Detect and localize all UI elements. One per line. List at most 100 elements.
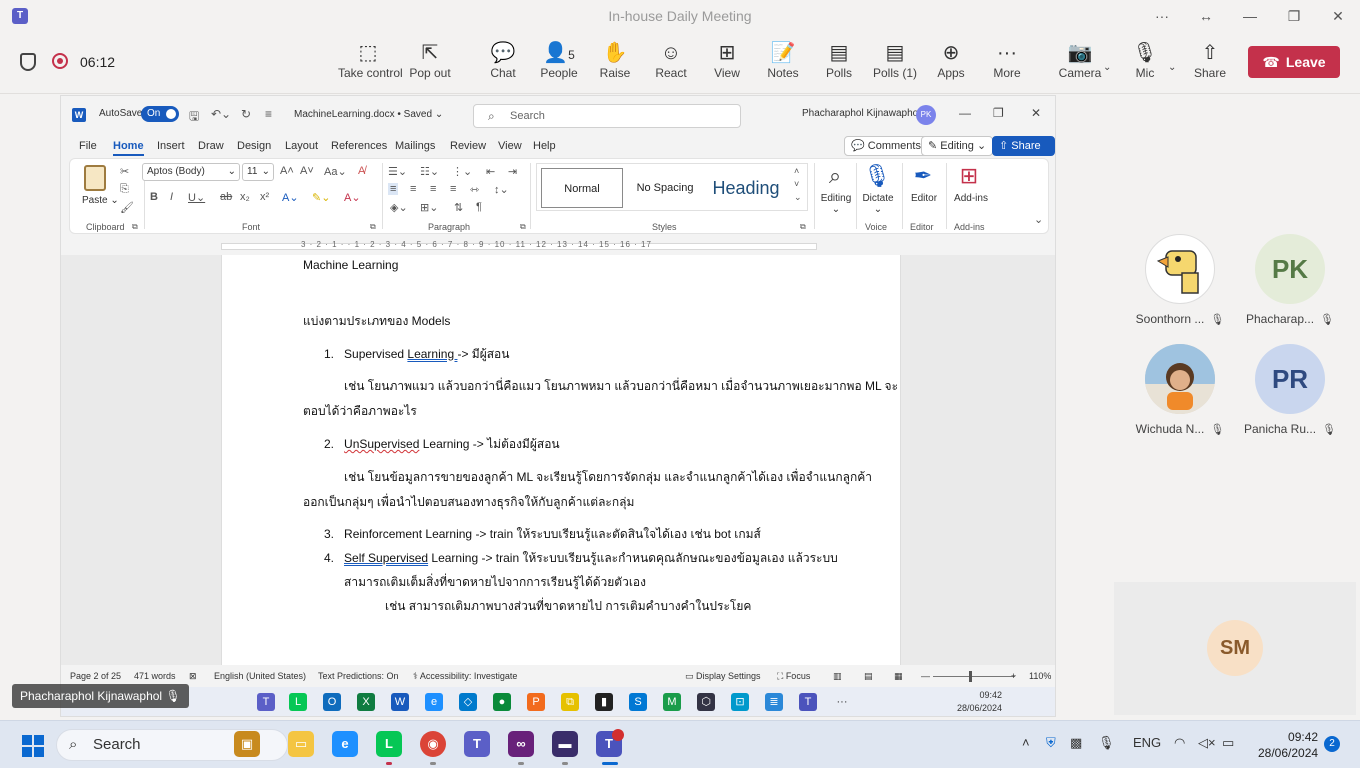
- word-user-avatar[interactable]: PK: [916, 105, 936, 125]
- tab-references[interactable]: References: [331, 140, 387, 152]
- show-hidden-icons-icon[interactable]: ˄: [1022, 735, 1030, 750]
- proofing-icon[interactable]: ⊠: [189, 671, 197, 682]
- visual-studio-icon[interactable]: ∞: [508, 731, 534, 757]
- sort-icon[interactable]: ⇅: [454, 201, 463, 214]
- raise-hand-button[interactable]: ✋ Raise: [585, 40, 645, 88]
- tray-shield-icon[interactable]: ⛨: [1046, 735, 1056, 751]
- styles-scroll-icon[interactable]: ˄ ˅ ⌄: [794, 165, 802, 204]
- participant-tile[interactable]: PR Panicha Ru... 🎙: [1240, 344, 1340, 436]
- polls-1-button[interactable]: ▤ Polls (1): [865, 40, 925, 88]
- mic-button[interactable]: 🎙 Mic: [1115, 40, 1175, 88]
- align-left-icon[interactable]: ≡: [388, 183, 399, 195]
- increase-indent-icon[interactable]: ⇥: [508, 165, 517, 178]
- pop-out-button[interactable]: ⇱ Pop out: [400, 40, 460, 88]
- tab-file[interactable]: File: [79, 140, 97, 152]
- editing-mode-button[interactable]: ✎ Editing ⌄: [921, 136, 994, 156]
- chat-button[interactable]: 💬 Chat: [473, 40, 533, 88]
- line-icon[interactable]: L: [376, 731, 402, 757]
- word-count[interactable]: 471 words: [134, 671, 176, 681]
- bullets-icon[interactable]: ☰⌄: [388, 165, 407, 178]
- font-size-select[interactable]: 11 ⌄: [242, 163, 274, 181]
- change-case-icon[interactable]: Aa⌄: [324, 165, 347, 178]
- cut-icon[interactable]: ✂: [120, 165, 129, 178]
- tray-mic-icon[interactable]: 🎙: [1098, 735, 1115, 751]
- word-close-button[interactable]: ✕: [1031, 106, 1041, 120]
- borders-icon[interactable]: ⊞⌄: [420, 201, 438, 214]
- shading-icon[interactable]: ◈⌄: [390, 201, 408, 214]
- tab-review[interactable]: Review: [450, 140, 486, 152]
- zoom-level[interactable]: 110%: [1029, 671, 1051, 681]
- taskbar-clock[interactable]: 09:42 28/06/2024: [1258, 729, 1318, 761]
- show-marks-icon[interactable]: ¶: [476, 201, 482, 213]
- save-icon[interactable]: 🖫: [189, 107, 199, 128]
- tab-design[interactable]: Design: [237, 140, 271, 152]
- react-button[interactable]: ☺ React: [641, 40, 701, 88]
- restore-button[interactable]: ❐: [1272, 0, 1316, 32]
- subscript-icon[interactable]: x₂: [240, 191, 250, 203]
- shrink-font-icon[interactable]: A˅: [300, 165, 314, 177]
- tray-app-icon[interactable]: ▩: [1070, 735, 1082, 751]
- zoom-out-icon[interactable]: —: [921, 671, 930, 681]
- camera-button[interactable]: 📷 Camera: [1050, 40, 1110, 88]
- document-page[interactable]: Machine Learning แบ่งตามประเภทของ Models…: [221, 255, 901, 665]
- zoom-in-icon[interactable]: +: [1011, 671, 1016, 681]
- editor-icon[interactable]: ✒: [908, 163, 938, 193]
- font-name-select[interactable]: Aptos (Body) ⌄: [142, 163, 240, 181]
- camera-options-chevron-icon[interactable]: ⌄: [1103, 62, 1111, 73]
- text-effects-icon[interactable]: A⌄: [282, 191, 299, 204]
- share-button[interactable]: ⇧ Share: [1180, 40, 1240, 88]
- tab-home[interactable]: Home: [113, 140, 144, 156]
- styles-launcher-icon[interactable]: ⧉: [800, 222, 806, 232]
- tab-insert[interactable]: Insert: [157, 140, 185, 152]
- polls-button[interactable]: ▤ Polls: [809, 40, 869, 88]
- text-predictions-status[interactable]: Text Predictions: On: [318, 671, 399, 681]
- briefcase-icon[interactable]: ▣: [234, 731, 260, 757]
- copy-icon[interactable]: ⎘: [120, 183, 129, 196]
- participant-tile[interactable]: Wichuda N... 🎙: [1130, 344, 1230, 436]
- numbering-icon[interactable]: ☷⌄: [420, 165, 439, 178]
- apps-button[interactable]: ⊕ Apps: [921, 40, 981, 88]
- font-color-icon[interactable]: A⌄: [344, 191, 361, 204]
- distributed-icon[interactable]: ⇿: [470, 183, 479, 196]
- style-no-spacing[interactable]: No Spacing: [625, 168, 705, 208]
- take-control-button[interactable]: ⬚ Take control: [338, 40, 403, 88]
- focus-button[interactable]: ⛶ Focus: [777, 671, 810, 682]
- paste-icon[interactable]: [84, 165, 106, 191]
- autosave-toggle[interactable]: On: [141, 106, 179, 122]
- edge-icon[interactable]: e: [332, 731, 358, 757]
- word-search-input[interactable]: ⌕ Search: [473, 104, 741, 128]
- grow-font-icon[interactable]: A˄: [280, 165, 294, 177]
- document-name[interactable]: MachineLearning.docx • Saved ⌄: [294, 109, 443, 120]
- web-layout-icon[interactable]: ▦: [894, 671, 903, 682]
- tab-help[interactable]: Help: [533, 140, 556, 152]
- accessibility-status[interactable]: ⚕ Accessibility: Investigate: [413, 671, 517, 682]
- justify-icon[interactable]: ≡: [450, 183, 456, 195]
- wifi-icon[interactable]: ◠: [1174, 735, 1185, 751]
- word-share-button[interactable]: ⇧ Share ⌄: [992, 136, 1055, 170]
- tab-view[interactable]: View: [498, 140, 522, 152]
- page-count[interactable]: Page 2 of 25: [70, 671, 121, 681]
- italic-icon[interactable]: I: [170, 191, 173, 203]
- comments-button[interactable]: 💬 Comments: [844, 136, 928, 156]
- multilevel-list-icon[interactable]: ⋮⌄: [452, 165, 472, 178]
- clear-formatting-icon[interactable]: A̸: [358, 165, 365, 177]
- volume-icon[interactable]: ◁×: [1198, 735, 1216, 751]
- notification-badge[interactable]: 2: [1324, 736, 1340, 752]
- customize-qat-icon[interactable]: ≡: [265, 107, 272, 121]
- notes-button[interactable]: 📝 Notes: [753, 40, 813, 88]
- align-center-icon[interactable]: ≡: [410, 183, 416, 195]
- tab-mailings[interactable]: Mailings: [395, 140, 435, 152]
- paste-button[interactable]: Paste ⌄: [82, 195, 119, 206]
- close-button[interactable]: ✕: [1316, 0, 1360, 32]
- language-status[interactable]: English (United States): [214, 671, 306, 681]
- dictate-button[interactable]: Dictate ⌄: [858, 193, 898, 215]
- redo-icon[interactable]: ↻: [241, 107, 251, 121]
- more-options-icon[interactable]: ···: [1140, 0, 1184, 32]
- chrome-icon[interactable]: ◉: [420, 731, 446, 757]
- display-settings-button[interactable]: ▭ Display Settings: [685, 671, 761, 682]
- format-painter-icon[interactable]: 🖌: [120, 201, 134, 214]
- word-minimize-button[interactable]: —: [959, 106, 971, 120]
- battery-icon[interactable]: ▭: [1222, 735, 1234, 751]
- decrease-indent-icon[interactable]: ⇤: [486, 165, 495, 178]
- file-explorer-icon[interactable]: ▭: [288, 731, 314, 757]
